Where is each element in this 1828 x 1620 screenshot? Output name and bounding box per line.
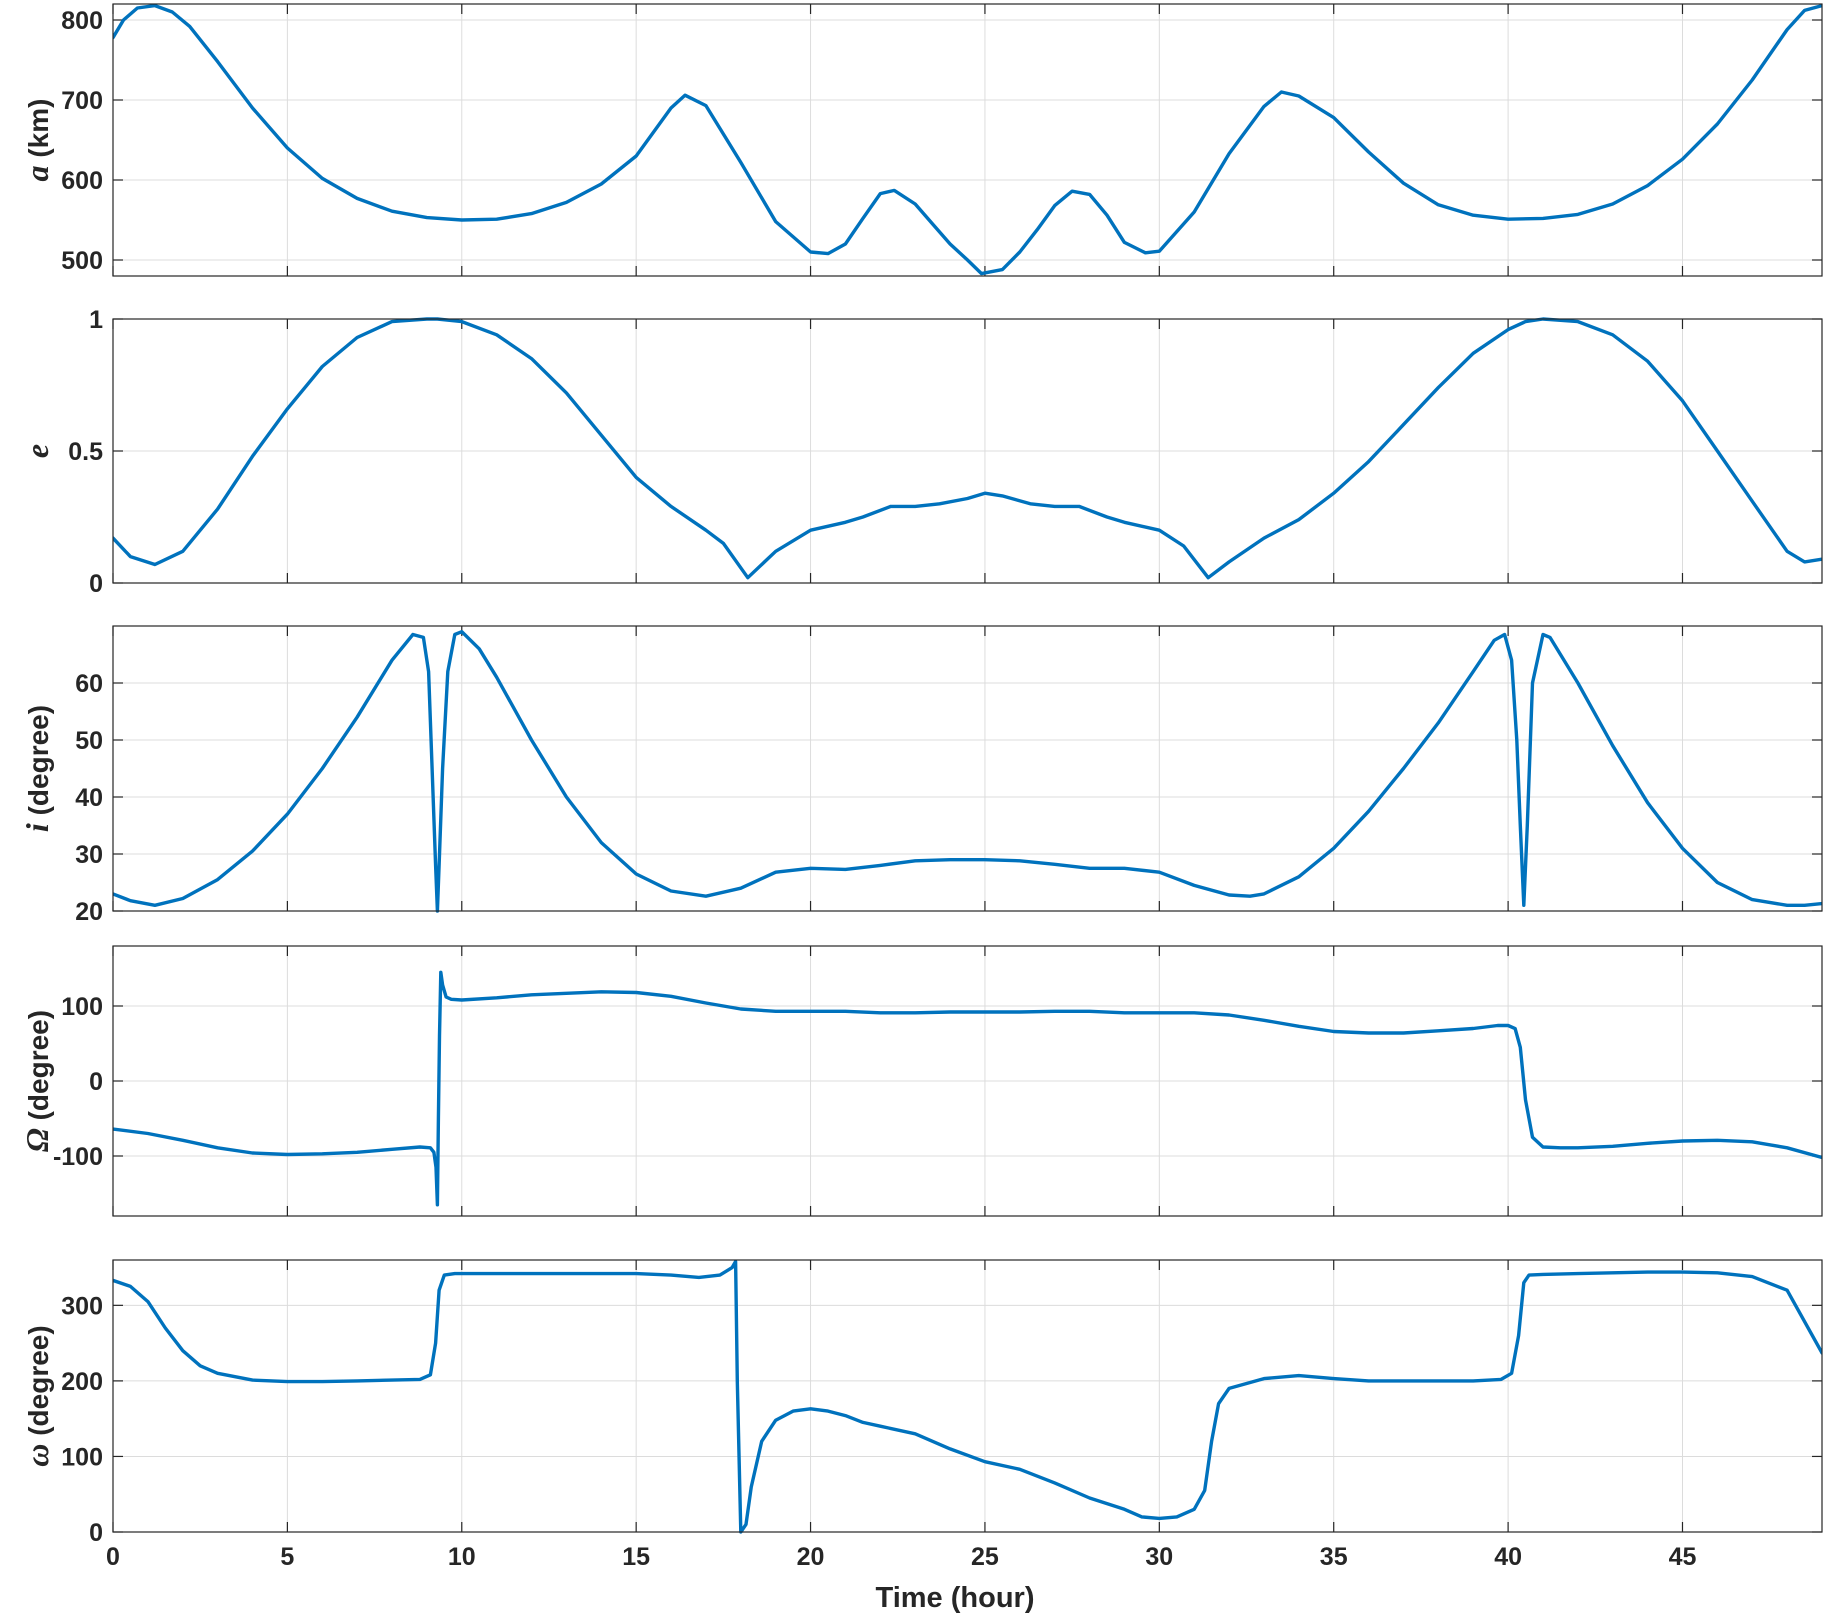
x-tick-label: 25 bbox=[971, 1543, 999, 1571]
subplot-2: 0 0.5 1 e bbox=[19, 306, 1823, 598]
x-tick-label: 10 bbox=[448, 1543, 476, 1571]
x-tick-label: 35 bbox=[1320, 1543, 1348, 1571]
y-axis-unit: (degree) bbox=[23, 1010, 54, 1128]
y-tick-label: 300 bbox=[61, 1292, 103, 1320]
y-axis-label: a (km) bbox=[19, 99, 55, 182]
data-series-line bbox=[113, 1259, 1822, 1534]
axes-frame bbox=[112, 1259, 1823, 1533]
grid-lines bbox=[113, 319, 1822, 583]
x-tick-label: 30 bbox=[1145, 1543, 1173, 1571]
axes-frame bbox=[112, 3, 1823, 277]
axes-frame bbox=[112, 625, 1823, 912]
y-axis-label: i (degree) bbox=[19, 705, 55, 832]
grid-lines bbox=[113, 626, 1822, 911]
subplot-3: 20 30 40 50 60 i (degree) bbox=[19, 625, 1823, 926]
x-tick-label: 0 bbox=[106, 1543, 120, 1571]
data-series-line bbox=[113, 317, 1822, 580]
y-tick-label: 0 bbox=[89, 1068, 103, 1096]
y-axis-label: e bbox=[19, 444, 55, 458]
grid-lines bbox=[113, 1260, 1822, 1532]
shared-x-axis: Time (hour) bbox=[876, 1582, 1035, 1614]
x-axis-label: Time (hour) bbox=[876, 1582, 1035, 1614]
x-tick-label: 5 bbox=[280, 1543, 294, 1571]
y-axis-symbol: i bbox=[19, 823, 55, 832]
data-series-line bbox=[113, 630, 1822, 913]
grid-lines bbox=[113, 946, 1822, 1216]
y-axis-symbol: ω bbox=[19, 1444, 55, 1467]
y-tick-label: 0 bbox=[89, 1519, 103, 1547]
y-tick-label: 50 bbox=[75, 727, 103, 755]
y-tick-label: 500 bbox=[61, 247, 103, 275]
tick-marks bbox=[112, 626, 1822, 912]
y-tick-label: 60 bbox=[75, 670, 103, 698]
subplot-5: 0 100 200 300 0 5 10 15 20 25 30 35 40 45 ω (degree) bbox=[19, 1259, 1823, 1571]
y-axis-unit: (degree) bbox=[23, 705, 54, 823]
x-tick-label: 15 bbox=[622, 1543, 650, 1571]
y-tick-label: 40 bbox=[75, 784, 103, 812]
y-tick-label: 100 bbox=[61, 993, 103, 1021]
y-tick-label: 700 bbox=[61, 87, 103, 115]
subplot-1: 500 600 700 800 a (km) bbox=[19, 3, 1823, 277]
y-tick-label: 0.5 bbox=[68, 438, 103, 466]
y-tick-label: 600 bbox=[61, 167, 103, 195]
tick-marks bbox=[112, 1260, 1822, 1533]
y-tick-label: 1 bbox=[89, 306, 103, 334]
y-tick-label: -100 bbox=[53, 1143, 103, 1171]
y-axis-symbol: a bbox=[19, 165, 55, 181]
x-tick-label: 20 bbox=[797, 1543, 825, 1571]
y-axis-symbol: e bbox=[19, 444, 55, 458]
subplot-stack: 500600700800a (km)00.51e2030405060i (deg… bbox=[19, 3, 1823, 1571]
tick-marks bbox=[112, 4, 1822, 276]
y-tick-label: 200 bbox=[61, 1368, 103, 1396]
y-axis-unit: (km) bbox=[23, 99, 54, 166]
y-axis-unit: (degree) bbox=[23, 1325, 54, 1443]
data-series-line bbox=[113, 3, 1822, 276]
x-tick-label: 40 bbox=[1494, 1543, 1522, 1571]
y-tick-label: 20 bbox=[75, 898, 103, 926]
y-axis-label: ω (degree) bbox=[19, 1325, 55, 1466]
y-tick-label: 100 bbox=[61, 1443, 103, 1471]
y-axis-label: Ω (degree) bbox=[19, 1010, 55, 1152]
y-axis-symbol: Ω bbox=[19, 1128, 55, 1152]
y-tick-label: 800 bbox=[61, 7, 103, 35]
grid-lines bbox=[113, 4, 1822, 276]
subplot-4: -1000100Ω (degree) bbox=[19, 945, 1823, 1217]
data-series-line bbox=[113, 970, 1822, 1207]
y-tick-label: 30 bbox=[75, 841, 103, 869]
y-tick-label: 0 bbox=[89, 570, 103, 598]
x-tick-label: 45 bbox=[1669, 1543, 1697, 1571]
orbital-elements-figure: 500600700800a (km)00.51e2030405060i (deg… bbox=[19, 3, 1823, 1614]
